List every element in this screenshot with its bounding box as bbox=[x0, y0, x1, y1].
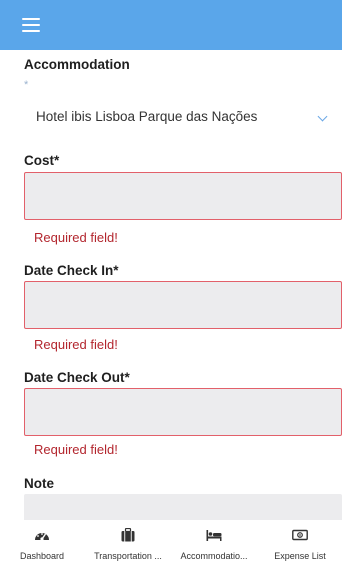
note-label: Note bbox=[24, 476, 54, 491]
nav-accommodation[interactable]: Accommodatio... bbox=[172, 528, 256, 580]
note-input[interactable] bbox=[24, 494, 342, 520]
accommodation-form: Accommodation * Hotel ibis Lisboa Parque… bbox=[0, 50, 342, 520]
accommodation-select[interactable]: Hotel ibis Lisboa Parque das Nações bbox=[24, 98, 336, 138]
nav-label-transportation: Transportation ... bbox=[94, 551, 162, 561]
bed-icon bbox=[206, 530, 222, 541]
accommodation-selected-value: Hotel ibis Lisboa Parque das Nações bbox=[36, 109, 258, 124]
suitcase-icon bbox=[121, 528, 135, 542]
check-in-label: Date Check In* bbox=[24, 263, 119, 278]
nav-dashboard[interactable]: Dashboard bbox=[0, 528, 84, 580]
check-out-input[interactable] bbox=[24, 388, 342, 436]
nav-label-accommodation: Accommodatio... bbox=[180, 551, 248, 561]
nav-label-expense-list: Expense List bbox=[274, 551, 326, 561]
accommodation-label: Accommodation bbox=[24, 57, 130, 72]
money-bill-icon bbox=[292, 529, 308, 541]
app-bar bbox=[0, 0, 342, 50]
dashboard-gauge-icon bbox=[35, 533, 49, 541]
cost-label: Cost* bbox=[24, 153, 60, 168]
nav-label-dashboard: Dashboard bbox=[19, 551, 65, 561]
cost-error: Required field! bbox=[34, 230, 118, 245]
check-in-input[interactable] bbox=[24, 281, 342, 329]
nav-transportation[interactable]: Transportation ... bbox=[86, 528, 170, 580]
hamburger-menu-icon[interactable] bbox=[22, 18, 40, 32]
check-out-error: Required field! bbox=[34, 442, 118, 457]
check-out-label: Date Check Out* bbox=[24, 370, 130, 385]
required-mark: * bbox=[24, 79, 29, 91]
bottom-navigation: Dashboard Transportation ... Accommodati… bbox=[0, 520, 342, 584]
chevron-down-icon bbox=[317, 111, 328, 122]
nav-expense-list[interactable]: Expense List bbox=[258, 528, 342, 580]
cost-input[interactable] bbox=[24, 172, 342, 220]
check-in-error: Required field! bbox=[34, 337, 118, 352]
